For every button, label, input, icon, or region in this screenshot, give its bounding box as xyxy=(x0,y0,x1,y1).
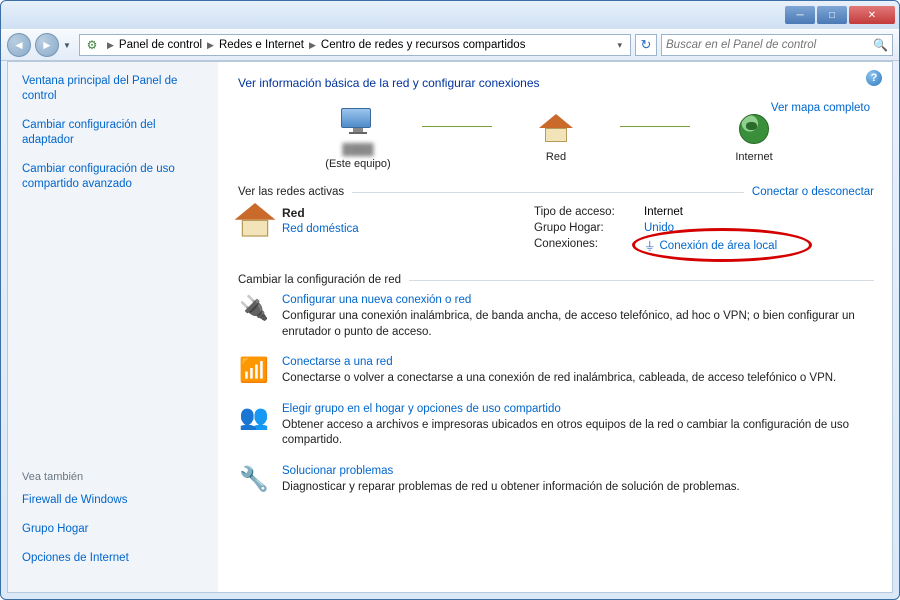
map-node-computer: ████ (Este equipo) xyxy=(298,102,418,170)
close-button[interactable]: ✕ xyxy=(849,6,895,24)
task-link[interactable]: Solucionar problemas xyxy=(282,465,740,477)
sidebar-link-adapter[interactable]: Cambiar configuración del adaptador xyxy=(22,118,204,148)
globe-icon xyxy=(734,109,774,149)
refresh-button[interactable]: ↻ xyxy=(635,34,657,56)
map-node-internet: Internet xyxy=(694,109,814,163)
task-item: 🔧 Solucionar problemas Diagnosticar y repa… xyxy=(238,465,874,496)
network-type-link[interactable]: Red doméstica xyxy=(282,223,359,235)
breadcrumb-item[interactable]: Centro de redes y recursos compartidos xyxy=(321,39,526,51)
page-title: Ver información básica de la red y confi… xyxy=(238,76,874,90)
house-icon xyxy=(238,206,272,258)
task-desc: Diagnosticar y reparar problemas de red … xyxy=(282,480,740,496)
homegroup-label: Grupo Hogar: xyxy=(534,222,644,234)
task-desc: Configurar una conexión inalámbrica, de … xyxy=(282,309,874,340)
connections-label: Conexiones: xyxy=(534,238,644,254)
task-item: 📶 Conectarse a una red Conectarse o volver… xyxy=(238,356,874,387)
task-desc: Conectarse o volver a conectarse a una c… xyxy=(282,371,836,387)
search-input[interactable] xyxy=(666,39,873,51)
network-map: Ver mapa completo ████ (Este equipo) Red xyxy=(238,102,874,170)
task-item: 👥 Elegir grupo en el hogar y opciones de … xyxy=(238,403,874,449)
main-panel: ? Ver información básica de la red y con… xyxy=(218,62,892,592)
task-link[interactable]: Conectarse a una red xyxy=(282,356,836,368)
history-dropdown[interactable]: ▼ xyxy=(63,41,75,50)
search-icon: 🔍 xyxy=(873,38,888,52)
content-area: Ventana principal del Panel de control C… xyxy=(7,61,893,593)
address-bar: ◄ ► ▼ ⚙ ▶ Panel de control ▶ Redes e Int… xyxy=(1,29,899,61)
task-icon: 🔧 xyxy=(238,465,270,496)
task-link[interactable]: Elegir grupo en el hogar y opciones de u… xyxy=(282,403,874,415)
connect-disconnect-link[interactable]: Conectar o desconectar xyxy=(752,186,874,198)
chevron-right-icon: ▶ xyxy=(306,40,319,51)
map-connector xyxy=(422,126,492,127)
see-also-label: Vea también xyxy=(22,471,204,483)
ethernet-icon: ⏚ xyxy=(644,238,656,254)
full-map-link[interactable]: Ver mapa completo xyxy=(771,102,870,114)
house-icon xyxy=(536,109,576,149)
internet-label: Internet xyxy=(735,151,772,163)
this-computer-label: (Este equipo) xyxy=(325,158,390,170)
task-item: 🔌 Configurar una nueva conexión o red Conf… xyxy=(238,294,874,340)
help-icon[interactable]: ? xyxy=(866,70,882,86)
forward-button[interactable]: ► xyxy=(35,33,59,57)
map-connector xyxy=(620,126,690,127)
active-networks-header: Ver las redes activas Conectar o descone… xyxy=(238,186,874,198)
sidebar-link-homegroup[interactable]: Grupo Hogar xyxy=(22,522,204,537)
task-icon: 🔌 xyxy=(238,294,270,340)
minimize-button[interactable]: ─ xyxy=(785,6,815,24)
network-label: Red xyxy=(546,151,566,163)
chevron-right-icon: ▶ xyxy=(104,40,117,51)
homegroup-link[interactable]: Unido xyxy=(644,222,674,234)
breadcrumb-item[interactable]: Redes e Internet xyxy=(219,39,304,51)
map-node-network: Red xyxy=(496,109,616,163)
task-desc: Obtener acceso a archivos e impresoras u… xyxy=(282,418,874,449)
task-list: 🔌 Configurar una nueva conexión o red Conf… xyxy=(238,294,874,495)
task-icon: 👥 xyxy=(238,403,270,449)
breadcrumb-dropdown[interactable]: ▾ xyxy=(613,40,626,51)
change-settings-header: Cambiar la configuración de red xyxy=(238,274,874,286)
access-type-value: Internet xyxy=(644,206,683,218)
active-network-row: Red Red doméstica Tipo de acceso:Interne… xyxy=(238,206,874,258)
control-panel-icon: ⚙ xyxy=(84,37,100,53)
task-icon: 📶 xyxy=(238,356,270,387)
back-button[interactable]: ◄ xyxy=(7,33,31,57)
sidebar-link-firewall[interactable]: Firewall de Windows xyxy=(22,493,204,508)
computer-icon xyxy=(338,102,378,142)
window: ─ □ ✕ ◄ ► ▼ ⚙ ▶ Panel de control ▶ Redes… xyxy=(0,0,900,600)
network-name: Red xyxy=(282,206,359,220)
access-type-label: Tipo de acceso: xyxy=(534,206,644,218)
chevron-right-icon: ▶ xyxy=(204,40,217,51)
search-box[interactable]: 🔍 xyxy=(661,34,893,56)
connection-link[interactable]: Conexión de área local xyxy=(660,240,778,252)
task-link[interactable]: Configurar una nueva conexión o red xyxy=(282,294,874,306)
sidebar-link-inet-options[interactable]: Opciones de Internet xyxy=(22,551,204,566)
maximize-button[interactable]: □ xyxy=(817,6,847,24)
titlebar: ─ □ ✕ xyxy=(1,1,899,29)
sidebar: Ventana principal del Panel de control C… xyxy=(8,62,218,592)
sidebar-link-home[interactable]: Ventana principal del Panel de control xyxy=(22,74,204,104)
sidebar-link-sharing[interactable]: Cambiar configuración de uso compartido … xyxy=(22,162,204,192)
computer-name: ████ xyxy=(342,144,373,156)
breadcrumb-item[interactable]: Panel de control xyxy=(119,39,202,51)
breadcrumb[interactable]: ⚙ ▶ Panel de control ▶ Redes e Internet … xyxy=(79,34,631,56)
